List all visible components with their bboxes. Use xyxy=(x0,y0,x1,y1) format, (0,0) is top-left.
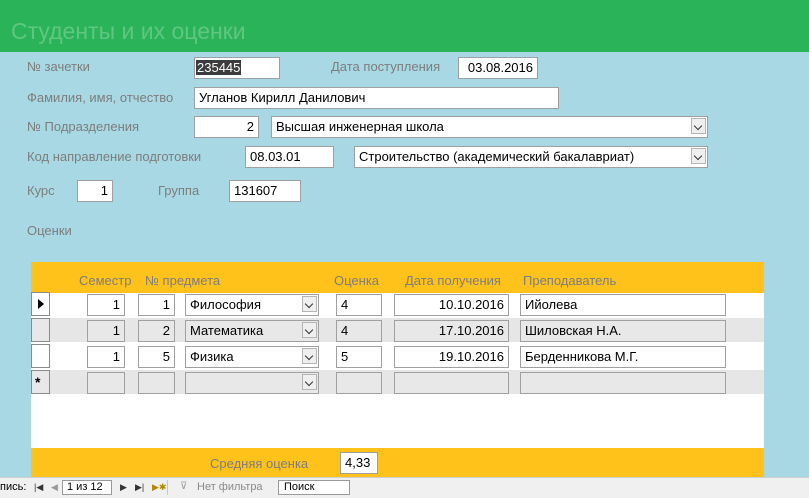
grade-subject-value: Математика xyxy=(190,323,264,338)
grade-subject-value: Физика xyxy=(190,349,234,364)
grade-value-cell[interactable]: 4 xyxy=(336,320,382,342)
group-label: Группа xyxy=(158,183,200,198)
direction-select[interactable]: Строительство (академический бакалавриат… xyxy=(354,146,708,168)
direction-label: Код направление подготовки xyxy=(27,149,202,164)
grade-value-cell[interactable]: 5 xyxy=(336,346,382,368)
grade-teacher-cell[interactable]: Берденникова М.Г. xyxy=(520,346,726,368)
first-record-button[interactable]: |◀ xyxy=(34,482,43,493)
grade-teacher-cell[interactable]: Ийолева xyxy=(520,294,726,316)
current-record-icon xyxy=(38,299,44,309)
department-number-input[interactable]: 2 xyxy=(194,116,259,138)
average-grade-label: Средняя оценка xyxy=(210,456,309,471)
grades-section-label: Оценки xyxy=(27,223,72,238)
record-book-label: № зачетки xyxy=(27,59,90,74)
admission-date-label: Дата поступления xyxy=(331,59,441,74)
records-label: пись: xyxy=(0,481,27,493)
full-name-input[interactable]: Угланов Кирилл Данилович xyxy=(194,87,559,109)
grade-subject-no-cell[interactable]: 2 xyxy=(138,320,175,342)
course-input[interactable]: 1 xyxy=(77,180,113,202)
course-label: Курс xyxy=(27,183,55,198)
new-semester-cell[interactable] xyxy=(87,372,125,394)
department-select-value: Высшая инженерная школа xyxy=(276,119,444,134)
department-select[interactable]: Высшая инженерная школа xyxy=(271,116,708,138)
filter-status[interactable]: Нет фильтра xyxy=(197,481,263,493)
record-book-value: 235445 xyxy=(196,60,242,75)
grade-subject-select[interactable]: Физика xyxy=(185,346,319,368)
new-grade-cell[interactable] xyxy=(336,372,382,394)
grades-footer-band xyxy=(31,448,764,477)
grade-semester-cell[interactable]: 1 xyxy=(87,320,125,342)
new-record-button[interactable]: ▶✱ xyxy=(152,482,166,493)
new-date-cell[interactable] xyxy=(394,372,509,394)
grade-date-cell[interactable]: 19.10.2016 xyxy=(394,346,509,368)
record-book-input[interactable]: 235445 xyxy=(194,57,280,79)
full-name-label: Фамилия, имя, отчество xyxy=(27,90,174,105)
grade-semester-cell[interactable]: 1 xyxy=(87,294,125,316)
filter-icon: ⊽ xyxy=(180,481,188,492)
grade-subject-no-cell[interactable]: 5 xyxy=(138,346,175,368)
grade-subject-select[interactable]: Философия xyxy=(185,294,319,316)
record-selector[interactable] xyxy=(31,292,50,316)
search-input[interactable]: Поиск xyxy=(278,480,350,495)
grade-semester-cell[interactable]: 1 xyxy=(87,346,125,368)
grade-subject-select[interactable]: Математика xyxy=(185,320,319,342)
grade-date-cell[interactable]: 17.10.2016 xyxy=(394,320,509,342)
previous-record-button[interactable]: ◀ xyxy=(51,482,58,493)
record-selector[interactable] xyxy=(31,318,50,342)
col-date-header: Дата получения xyxy=(405,273,501,288)
last-record-button[interactable]: ▶| xyxy=(135,482,144,493)
average-grade-value: 4,33 xyxy=(340,452,378,474)
next-record-button[interactable]: ▶ xyxy=(120,482,127,493)
col-subject-header: № предмета xyxy=(145,273,221,288)
record-navigation-bar: пись: |◀ ◀ 1 из 12 ▶ ▶| ▶✱ ⊽ Нет фильтра… xyxy=(0,477,809,498)
department-label: № Подразделения xyxy=(27,119,140,134)
grade-date-cell[interactable]: 10.10.2016 xyxy=(394,294,509,316)
grades-header-band xyxy=(31,262,764,293)
admission-date-input[interactable]: 03.08.2016 xyxy=(458,57,538,79)
separator xyxy=(167,480,168,495)
chevron-down-icon[interactable] xyxy=(691,148,706,164)
direction-select-value: Строительство (академический бакалавриат… xyxy=(359,149,635,164)
col-teacher-header: Преподаватель xyxy=(523,273,617,288)
new-subject-no-cell[interactable] xyxy=(138,372,175,394)
record-selector[interactable]: * xyxy=(31,370,50,394)
direction-code-input[interactable]: 08.03.01 xyxy=(245,146,334,168)
chevron-down-icon[interactable] xyxy=(302,374,317,390)
new-subject-select[interactable] xyxy=(185,372,319,394)
grade-teacher-cell[interactable]: Шиловская Н.А. xyxy=(520,320,726,342)
group-input[interactable]: 131607 xyxy=(229,180,301,202)
chevron-down-icon[interactable] xyxy=(302,296,317,312)
record-position-input[interactable]: 1 из 12 xyxy=(62,480,112,495)
form-title: Студенты и их оценки xyxy=(11,18,246,44)
grade-value-cell[interactable]: 4 xyxy=(336,294,382,316)
col-grade-header: Оценка xyxy=(334,273,380,288)
chevron-down-icon[interactable] xyxy=(302,322,317,338)
chevron-down-icon[interactable] xyxy=(302,348,317,364)
new-teacher-cell[interactable] xyxy=(520,372,726,394)
chevron-down-icon[interactable] xyxy=(691,118,706,134)
grade-subject-no-cell[interactable]: 1 xyxy=(138,294,175,316)
new-record-icon: * xyxy=(35,374,41,390)
grade-subject-value: Философия xyxy=(190,297,261,312)
col-semester-header: Семестр xyxy=(79,273,132,288)
record-selector[interactable] xyxy=(31,344,50,368)
